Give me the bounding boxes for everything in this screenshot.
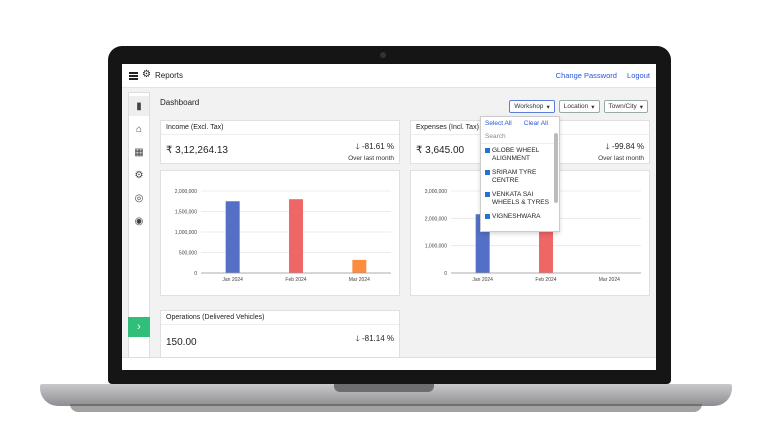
bar [352, 259, 367, 273]
select-all-link[interactable]: Select All [485, 120, 512, 127]
income-title: Income (Excl. Tax) [161, 121, 399, 135]
bar [539, 230, 553, 273]
dropdown-option-label: VENKATA SAI WHEELS & TYRES [492, 191, 549, 206]
x-tick-label: Jan 2024 [222, 277, 243, 283]
checkbox-checked-icon[interactable] [485, 192, 490, 197]
expenses-delta: 🡓 -99.84 % Over last month [598, 141, 644, 162]
x-tick-label: Mar 2024 [349, 277, 370, 283]
chevron-down-icon: ▾ [546, 103, 550, 111]
reports-icon[interactable]: ▮ [129, 96, 149, 116]
chevron-down-icon: ▾ [591, 103, 595, 111]
expenses-note: Over last month [598, 155, 644, 162]
operations-delta-value: -81.14 % [361, 334, 394, 343]
footer-strip [122, 357, 656, 370]
x-tick-label: Jan 2024 [472, 277, 493, 283]
laptop-mockup: ⚙ Reports Change Password Logout ▮ ⌂ ▦ ⚙… [0, 0, 768, 446]
x-tick-label: Feb 2024 [535, 277, 556, 283]
operations-card: Operations (Delivered Vehicles) 150.00 🡓… [160, 310, 400, 360]
income-amount: ₹ 3,12,264.13 [166, 145, 228, 156]
logout-link[interactable]: Logout [627, 71, 650, 80]
y-tick-label: 0 [444, 271, 447, 277]
dropdown-option-label: GLOBE WHEEL ALIGNMENT [492, 147, 540, 162]
bike-icon[interactable]: ⌂ [129, 119, 149, 139]
dropdown-option[interactable]: SRIRAM TYRE CENTRE [481, 166, 559, 188]
operations-title: Operations (Delivered Vehicles) [161, 311, 399, 325]
town-filter-label: Town/City [608, 103, 637, 110]
cog-icon[interactable]: ⚙ [129, 165, 149, 185]
y-tick-label: 1,000,000 [425, 244, 447, 250]
chevron-down-icon: ▾ [639, 103, 643, 111]
y-tick-label: 3,000,000 [425, 189, 447, 195]
location-filter-label: Location [563, 103, 589, 110]
arrow-down-icon: 🡓 [355, 142, 360, 151]
dropdown-option[interactable]: VIGNESHWARA [481, 210, 559, 224]
x-tick-label: Mar 2024 [599, 277, 620, 283]
gear-icon[interactable]: ⚙ [142, 69, 151, 80]
x-tick-label: Feb 2024 [285, 277, 306, 283]
dropdown-option-label: VIGNESHWARA [492, 213, 541, 220]
income-card: Income (Excl. Tax) ₹ 3,12,264.13 🡓 -81.6… [160, 120, 400, 164]
laptop-notch [334, 384, 434, 392]
y-tick-label: 2,000,000 [175, 189, 197, 195]
webcam [380, 52, 386, 58]
app-screen: ⚙ Reports Change Password Logout ▮ ⌂ ▦ ⚙… [122, 64, 656, 370]
y-tick-label: 1,000,000 [175, 230, 197, 236]
arrow-down-icon: 🡓 [355, 334, 360, 343]
town-filter[interactable]: Town/City ▾ [603, 100, 648, 113]
operations-amount: 150.00 [166, 337, 197, 348]
workshop-dropdown: Select All Clear All Search GLOBE WHEEL … [480, 116, 560, 232]
clear-all-link[interactable]: Clear All [524, 120, 548, 127]
page-title: Dashboard [160, 98, 200, 107]
top-links: Change Password Logout [548, 71, 650, 80]
app-title: Reports [155, 71, 184, 80]
workshop-filter[interactable]: Workshop ▾ [509, 100, 555, 113]
dropdown-actions: Select All Clear All [481, 117, 559, 130]
arrow-down-icon: 🡓 [605, 142, 610, 151]
income-note: Over last month [348, 155, 394, 162]
dropdown-option[interactable]: VENKATA SAI WHEELS & TYRES [481, 188, 559, 210]
bar [225, 201, 240, 273]
dropdown-search-input[interactable]: Search [481, 130, 559, 144]
top-bar: ⚙ Reports Change Password Logout [122, 64, 656, 88]
filter-bar: Workshop ▾ Location ▾ Town/City ▾ [509, 100, 648, 113]
dropdown-option-label: SRIRAM TYRE CENTRE [492, 169, 537, 184]
income-delta: 🡓 -81.61 % Over last month [348, 141, 394, 162]
dropdown-scrollbar[interactable] [554, 133, 558, 203]
expenses-amount: ₹ 3,645.00 [416, 145, 465, 156]
location-filter[interactable]: Location ▾ [558, 100, 600, 113]
change-password-link[interactable]: Change Password [556, 71, 617, 80]
y-tick-label: 0 [194, 271, 197, 277]
checkbox-checked-icon[interactable] [485, 170, 490, 175]
y-tick-label: 2,000,000 [425, 216, 447, 222]
menu-icon[interactable] [129, 72, 138, 80]
y-tick-label: 1,500,000 [175, 210, 197, 216]
dropdown-option[interactable]: GLOBE WHEEL ALIGNMENT [481, 144, 559, 166]
tyre-icon[interactable]: ◎ [129, 188, 149, 208]
bar [289, 199, 303, 273]
expand-sidebar-button[interactable]: › [128, 317, 150, 337]
income-chart: 0 500,000 1,000,000 1,500,000 2,000,000 Jan 2… [175, 189, 391, 283]
operations-delta: 🡓 -81.14 % [356, 333, 394, 347]
laptop-shadow [70, 404, 702, 412]
checkbox-checked-icon[interactable] [485, 214, 490, 219]
income-delta-value: -81.61 % [361, 142, 394, 151]
globe-icon[interactable]: ◉ [129, 211, 149, 231]
expenses-delta-value: -99.84 % [611, 142, 644, 151]
grid-icon[interactable]: ▦ [129, 142, 149, 162]
checkbox-checked-icon[interactable] [485, 148, 490, 153]
workshop-filter-label: Workshop [514, 103, 544, 110]
income-chart-card: 0 500,000 1,000,000 1,500,000 2,000,000 Jan 2… [160, 170, 400, 296]
y-tick-label: 500,000 [179, 251, 197, 257]
